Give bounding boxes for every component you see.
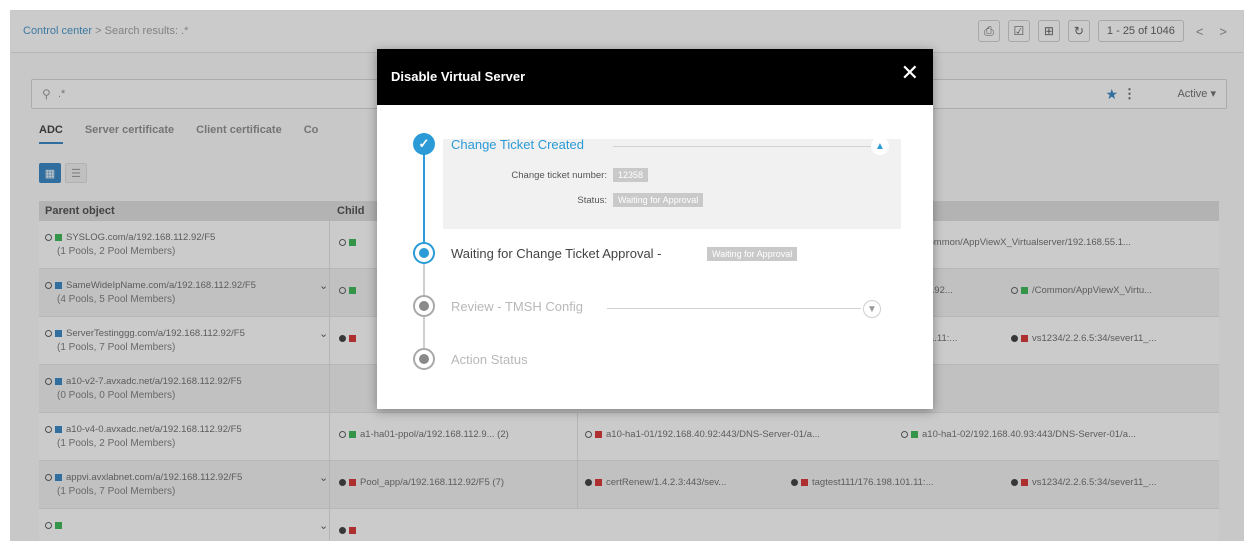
step-title-waiting-approval: Waiting for Change Ticket Approval - — [451, 246, 662, 261]
ticket-number-value: 12358 — [613, 168, 649, 182]
disable-virtual-server-dialog: Disable Virtual Server ✕ ✓ Change Ticket… — [377, 49, 933, 409]
step-details-panel — [443, 139, 901, 229]
chevron-up-icon[interactable]: ▲ — [871, 137, 889, 155]
step-title-action-status: Action Status — [451, 352, 528, 367]
pending-step-icon — [413, 348, 435, 370]
step-title-change-ticket-created[interactable]: Change Ticket Created — [451, 137, 584, 152]
app-window: Control center > Search results: .* ⎙ ☑ … — [10, 10, 1244, 541]
approval-status-badge: Waiting for Approval — [707, 247, 798, 261]
step-title-review-tmsh-config: Review - TMSH Config — [451, 299, 583, 314]
status-label: Status: — [577, 195, 607, 206]
pending-step-icon — [413, 295, 435, 317]
dialog-header: Disable Virtual Server ✕ — [377, 49, 933, 105]
dialog-title: Disable Virtual Server — [391, 69, 526, 84]
check-icon: ✓ — [413, 133, 435, 155]
chevron-down-icon[interactable]: ▼ — [863, 300, 881, 318]
ticket-number-label: Change ticket number: — [511, 170, 607, 181]
status-value: Waiting for Approval — [613, 193, 704, 207]
close-icon[interactable]: ✕ — [901, 62, 919, 84]
current-step-icon — [413, 242, 435, 264]
